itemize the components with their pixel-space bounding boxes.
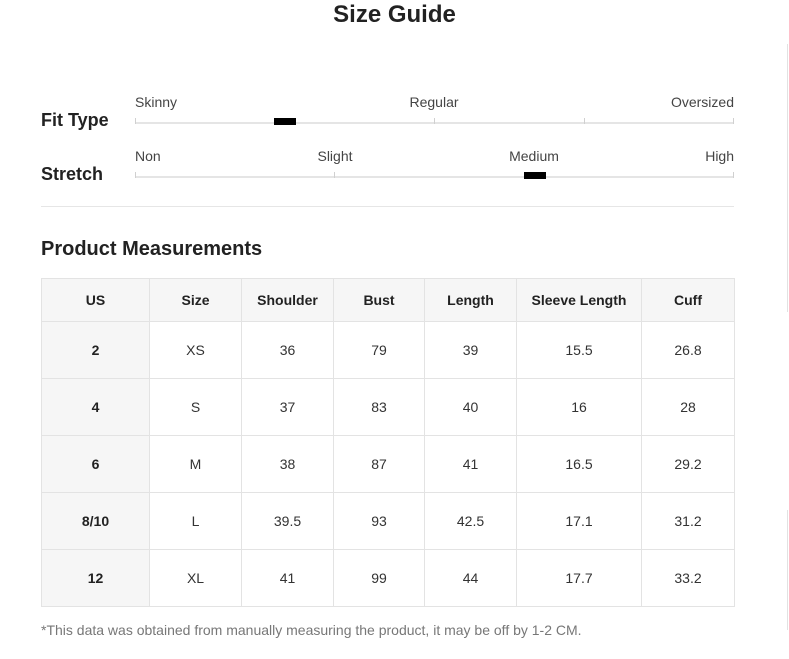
cell-shoulder: 37 — [241, 378, 334, 436]
cell-size: XS — [149, 321, 242, 379]
stretch-label: Stretch — [41, 164, 104, 184]
section-divider — [41, 206, 734, 207]
cell-bust: 99 — [333, 549, 425, 607]
cell-us: 12 — [41, 549, 150, 607]
cell-sleeve-length: 16.5 — [516, 435, 642, 493]
stretch-point-slight: Slight — [317, 148, 353, 164]
cell-size: M — [149, 435, 242, 493]
table-row: 2 XS 36 79 39 15.5 26.8 — [41, 321, 735, 379]
cell-shoulder: 38 — [241, 435, 334, 493]
cell-bust: 79 — [333, 321, 425, 379]
cell-cuff: 29.2 — [641, 435, 735, 493]
cell-sleeve-length: 15.5 — [516, 321, 642, 379]
header-us: US — [41, 278, 150, 322]
cell-length: 41 — [424, 435, 517, 493]
measurements-table: US Size Shoulder Bust Length Sleeve Leng… — [41, 278, 735, 607]
cell-sleeve-length: 17.1 — [516, 492, 642, 550]
fit-type-tick — [434, 118, 435, 124]
cell-size: XL — [149, 549, 242, 607]
page-edge-rule — [787, 44, 788, 312]
header-size: Size — [149, 278, 242, 322]
stretch-tick — [135, 172, 136, 178]
cell-length: 44 — [424, 549, 517, 607]
cell-bust: 93 — [333, 492, 425, 550]
header-sleeve-length: Sleeve Length — [516, 278, 642, 322]
measurement-footnote: *This data was obtained from manually me… — [41, 622, 582, 638]
cell-sleeve-length: 17.7 — [516, 549, 642, 607]
page-edge-rule-lower — [787, 510, 788, 630]
stretch-point-medium: Medium — [509, 148, 559, 164]
fit-type-point-oversized: Oversized — [670, 94, 734, 110]
cell-bust: 83 — [333, 378, 425, 436]
fit-type-tick — [733, 118, 734, 124]
fit-type-scale: Fit Type Skinny Regular Oversized — [41, 94, 734, 144]
cell-us: 4 — [41, 378, 150, 436]
table-row: 12 XL 41 99 44 17.7 33.2 — [41, 549, 735, 607]
header-length: Length — [424, 278, 517, 322]
cell-cuff: 31.2 — [641, 492, 735, 550]
fit-type-track — [135, 118, 734, 125]
stretch-tick — [334, 172, 335, 178]
header-bust: Bust — [333, 278, 425, 322]
cell-size: L — [149, 492, 242, 550]
cell-shoulder: 39.5 — [241, 492, 334, 550]
fit-type-label: Fit Type — [41, 110, 109, 130]
stretch-track — [135, 172, 734, 179]
cell-us: 6 — [41, 435, 150, 493]
page-title: Size Guide — [333, 1, 456, 28]
cell-shoulder: 36 — [241, 321, 334, 379]
cell-bust: 87 — [333, 435, 425, 493]
stretch-point-non: Non — [135, 148, 161, 164]
table-row: 4 S 37 83 40 16 28 — [41, 378, 735, 436]
cell-length: 40 — [424, 378, 517, 436]
header-shoulder: Shoulder — [241, 278, 334, 322]
table-header-row: US Size Shoulder Bust Length Sleeve Leng… — [41, 278, 735, 322]
cell-sleeve-length: 16 — [516, 378, 642, 436]
stretch-marker — [524, 172, 546, 179]
cell-us: 8/10 — [41, 492, 150, 550]
cell-length: 39 — [424, 321, 517, 379]
cell-size: S — [149, 378, 242, 436]
table-row: 6 M 38 87 41 16.5 29.2 — [41, 435, 735, 493]
fit-type-marker — [274, 118, 296, 125]
cell-us: 2 — [41, 321, 150, 379]
fit-type-tick — [135, 118, 136, 124]
cell-cuff: 28 — [641, 378, 735, 436]
table-row: 8/10 L 39.5 93 42.5 17.1 31.2 — [41, 492, 735, 550]
cell-cuff: 33.2 — [641, 549, 735, 607]
stretch-point-high: High — [705, 148, 734, 164]
measurements-title: Product Measurements — [41, 238, 263, 260]
cell-length: 42.5 — [424, 492, 517, 550]
stretch-tick — [733, 172, 734, 178]
stretch-scale: Stretch Non Slight Medium High — [41, 148, 734, 198]
header-cuff: Cuff — [641, 278, 735, 322]
fit-type-point-regular: Regular — [409, 94, 459, 110]
fit-type-point-skinny: Skinny — [135, 94, 178, 110]
cell-shoulder: 41 — [241, 549, 334, 607]
cell-cuff: 26.8 — [641, 321, 735, 379]
fit-type-tick — [584, 118, 585, 124]
